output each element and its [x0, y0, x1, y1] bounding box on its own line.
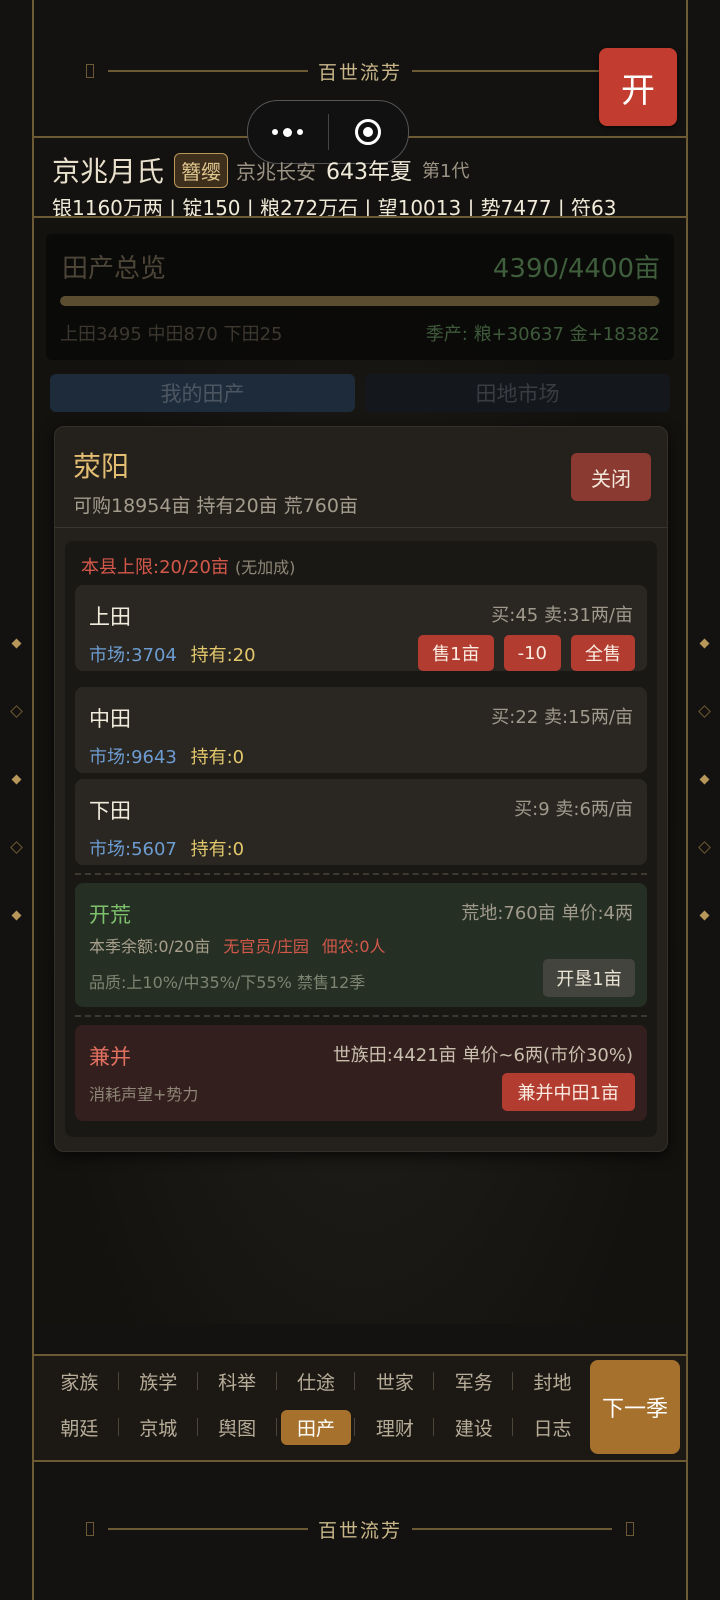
tab-land-market[interactable]: 田地市场: [365, 374, 670, 412]
land-name: 下田: [89, 799, 131, 823]
land-overview-card: 田产总览 4390/4400亩 上田3495 中田870 下田25 季产: 粮+…: [46, 234, 674, 360]
nav-item[interactable]: 军务: [434, 1362, 514, 1400]
right-ornament: [697, 610, 711, 949]
bottom-nav: 家族 族学 科举 仕途 世家 军务 封地朝廷 京城 舆图 田产 理财 建设 日志 下一季: [34, 1354, 686, 1462]
banner-cap-left: [85, 1522, 94, 1536]
nav-item[interactable]: 封地: [513, 1362, 592, 1400]
nav-item[interactable]: 科举: [198, 1362, 277, 1400]
reclaim-button[interactable]: 开垦1亩: [543, 959, 635, 997]
section-divider: [75, 873, 647, 875]
generation: 第1代: [422, 161, 470, 182]
county-land-list: 本县上限:20/20亩 (无加成) 上田 买:45 卖:31两/亩 市场:3704…: [65, 541, 657, 1137]
annex-info: 世族田:4421亩 单价~6两(市价30%): [332, 1045, 633, 1066]
overview-count: 4390/4400亩: [492, 254, 660, 284]
land-price: 买:22 卖:15两/亩: [491, 707, 633, 728]
land-price: 买:45 卖:31两/亩: [491, 605, 633, 626]
annex-title: 兼并: [89, 1045, 131, 1069]
target-circle-icon: [355, 119, 382, 145]
open-button[interactable]: 开: [599, 48, 677, 126]
close-button[interactable]: 关闭: [571, 453, 651, 501]
sell-ten-button[interactable]: -10: [503, 635, 561, 671]
year-season: 643年夏: [326, 160, 413, 185]
land-name: 上田: [89, 605, 131, 629]
banner-cap-right: [626, 1522, 634, 1536]
land-price: 买:9 卖:6两/亩: [514, 799, 633, 820]
tab-my-land[interactable]: 我的田产: [50, 374, 355, 412]
reclaim-info: 荒地:760亩 单价:4两: [461, 903, 633, 924]
land-hold: 持有:0: [190, 747, 245, 768]
land-row-middle: 中田 买:22 卖:15两/亩 市场:9643 持有:0: [75, 687, 647, 773]
top-banner: 百世流芳: [34, 36, 686, 106]
clan-name: 京兆月氏: [52, 155, 165, 188]
nav-item[interactable]: 田产: [277, 1408, 356, 1446]
nav-item[interactable]: 日志: [513, 1408, 592, 1446]
rank-badge: 簪缨: [174, 152, 229, 188]
clan-place: 京兆长安: [236, 159, 317, 184]
limit-note: (无加成): [234, 558, 296, 577]
reclaim-section: 开荒 荒地:760亩 单价:4两 本季余额:0/20亩 无官员/庄园 佃农:0人…: [75, 883, 647, 1007]
land-hold: 持有:20: [190, 645, 256, 666]
land-market: 市场:5607: [89, 839, 177, 860]
land-hold: 持有:0: [190, 839, 245, 860]
nav-item[interactable]: 仕途: [277, 1362, 356, 1400]
nav-item[interactable]: 族学: [119, 1362, 198, 1400]
land-tabs: 我的田产 田地市场: [50, 374, 670, 412]
bottom-banner: 百世流芳: [34, 1494, 686, 1564]
overview-progress-bar: [60, 296, 660, 306]
land-name: 中田: [89, 707, 131, 731]
county-name: 荥阳: [73, 450, 130, 483]
next-season-button[interactable]: 下一季: [590, 1360, 680, 1454]
banner-cap-left: [85, 64, 94, 78]
county-summary: 可购18954亩 持有20亩 荒760亩: [73, 495, 358, 517]
overview-breakdown: 上田3495 中田870 下田25: [60, 324, 283, 345]
nav-item[interactable]: 京城: [119, 1408, 198, 1446]
nav-item[interactable]: 家族: [40, 1362, 119, 1400]
banner-title: 百世流芳: [317, 1519, 402, 1542]
frame-right-border: [686, 0, 688, 1600]
overview-season-yield: 季产: 粮+30637 金+18382: [425, 324, 660, 345]
annex-button[interactable]: 兼并中田1亩: [501, 1073, 635, 1111]
nav-item[interactable]: 理财: [355, 1408, 435, 1446]
land-row-lower: 下田 买:9 卖:6两/亩 市场:5607 持有:0: [75, 779, 647, 865]
left-ornament: [9, 610, 23, 949]
annex-note: 消耗声望+势力: [89, 1085, 199, 1104]
nav-bottom-divider: [32, 1460, 688, 1462]
nav-item[interactable]: 朝廷: [40, 1408, 119, 1446]
overview-title: 田产总览: [62, 254, 167, 284]
land-row-upper: 上田 买:45 卖:31两/亩 市场:3704 持有:20 售1亩 -10 全售: [75, 585, 647, 671]
section-divider: [75, 1015, 647, 1017]
annex-section: 兼并 世族田:4421亩 单价~6两(市价30%) 消耗声望+势力 兼并中田1亩: [75, 1025, 647, 1121]
land-market: 市场:9643: [89, 747, 177, 768]
sell-one-button[interactable]: 售1亩: [418, 635, 494, 671]
reclaim-quota: 本季余额:0/20亩: [89, 937, 211, 956]
county-limit: 本县上限:20/20亩 (无加成): [81, 557, 296, 578]
county-land-panel: 荥阳 可购18954亩 持有20亩 荒760亩 关闭 本县上限:20/20亩 (无…: [54, 426, 668, 1152]
reclaim-title: 开荒: [89, 903, 131, 927]
land-market: 市场:3704: [89, 645, 177, 666]
reclaim-warn-official: 无官员/庄园: [223, 937, 309, 956]
nav-item[interactable]: 建设: [434, 1408, 514, 1446]
reclaim-warn-tenant: 佃农:0人: [321, 937, 386, 956]
banner-title: 百世流芳: [317, 61, 402, 84]
nav-item[interactable]: 舆图: [198, 1408, 277, 1446]
reclaim-quality: 品质:上10%/中35%/下55% 禁售12季: [89, 973, 366, 992]
sell-all-button[interactable]: 全售: [571, 635, 635, 671]
more-dots-icon: [272, 127, 304, 137]
clan-info: 京兆月氏 簪缨 京兆长安 643年夏 第1代 银1160万两 | 锭150 | …: [52, 150, 680, 221]
nav-item[interactable]: 世家: [355, 1362, 435, 1400]
